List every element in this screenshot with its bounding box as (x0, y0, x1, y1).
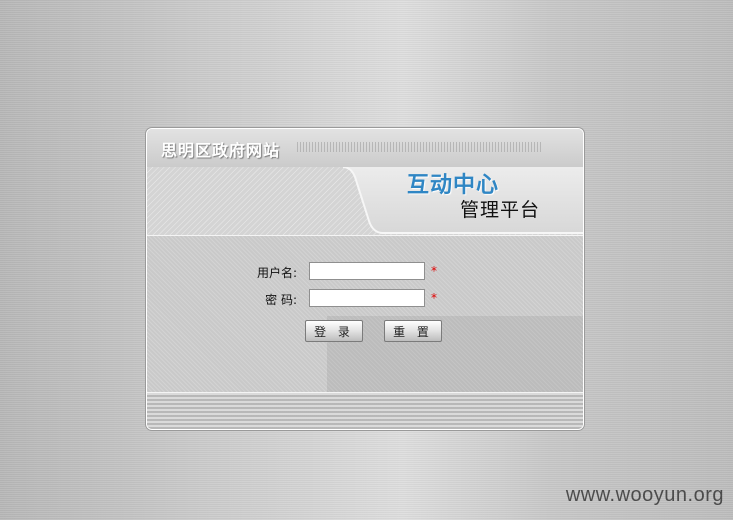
username-input[interactable] (309, 262, 425, 280)
username-label: 用户名: (256, 266, 297, 280)
title-bar: 思明区政府网站 (147, 129, 583, 168)
reset-button[interactable]: 重 置 (384, 320, 442, 342)
password-row: 密 码: * (251, 287, 451, 309)
watermark-text: www.wooyun.org (565, 484, 724, 506)
login-form: 用户名: * 密 码: * 登 录 重 置 (147, 235, 583, 393)
title-decoration (297, 142, 543, 152)
footer-bar (147, 393, 583, 429)
username-required-mark: * (431, 264, 437, 278)
password-required-mark: * (431, 291, 437, 305)
banner: 互动中心 管理平台 (147, 167, 583, 235)
password-label: 密 码: (265, 293, 297, 307)
login-panel: 思明区政府网站 互动中心 管理平台 用户名: * 密 码: * 登 录 重 置 (146, 128, 584, 430)
site-title: 思明区政府网站 (161, 141, 281, 160)
banner-sub-title: 管理平台 (460, 199, 541, 221)
password-input[interactable] (309, 289, 425, 307)
username-row: 用户名: * (251, 260, 451, 282)
login-button[interactable]: 登 录 (305, 320, 363, 342)
